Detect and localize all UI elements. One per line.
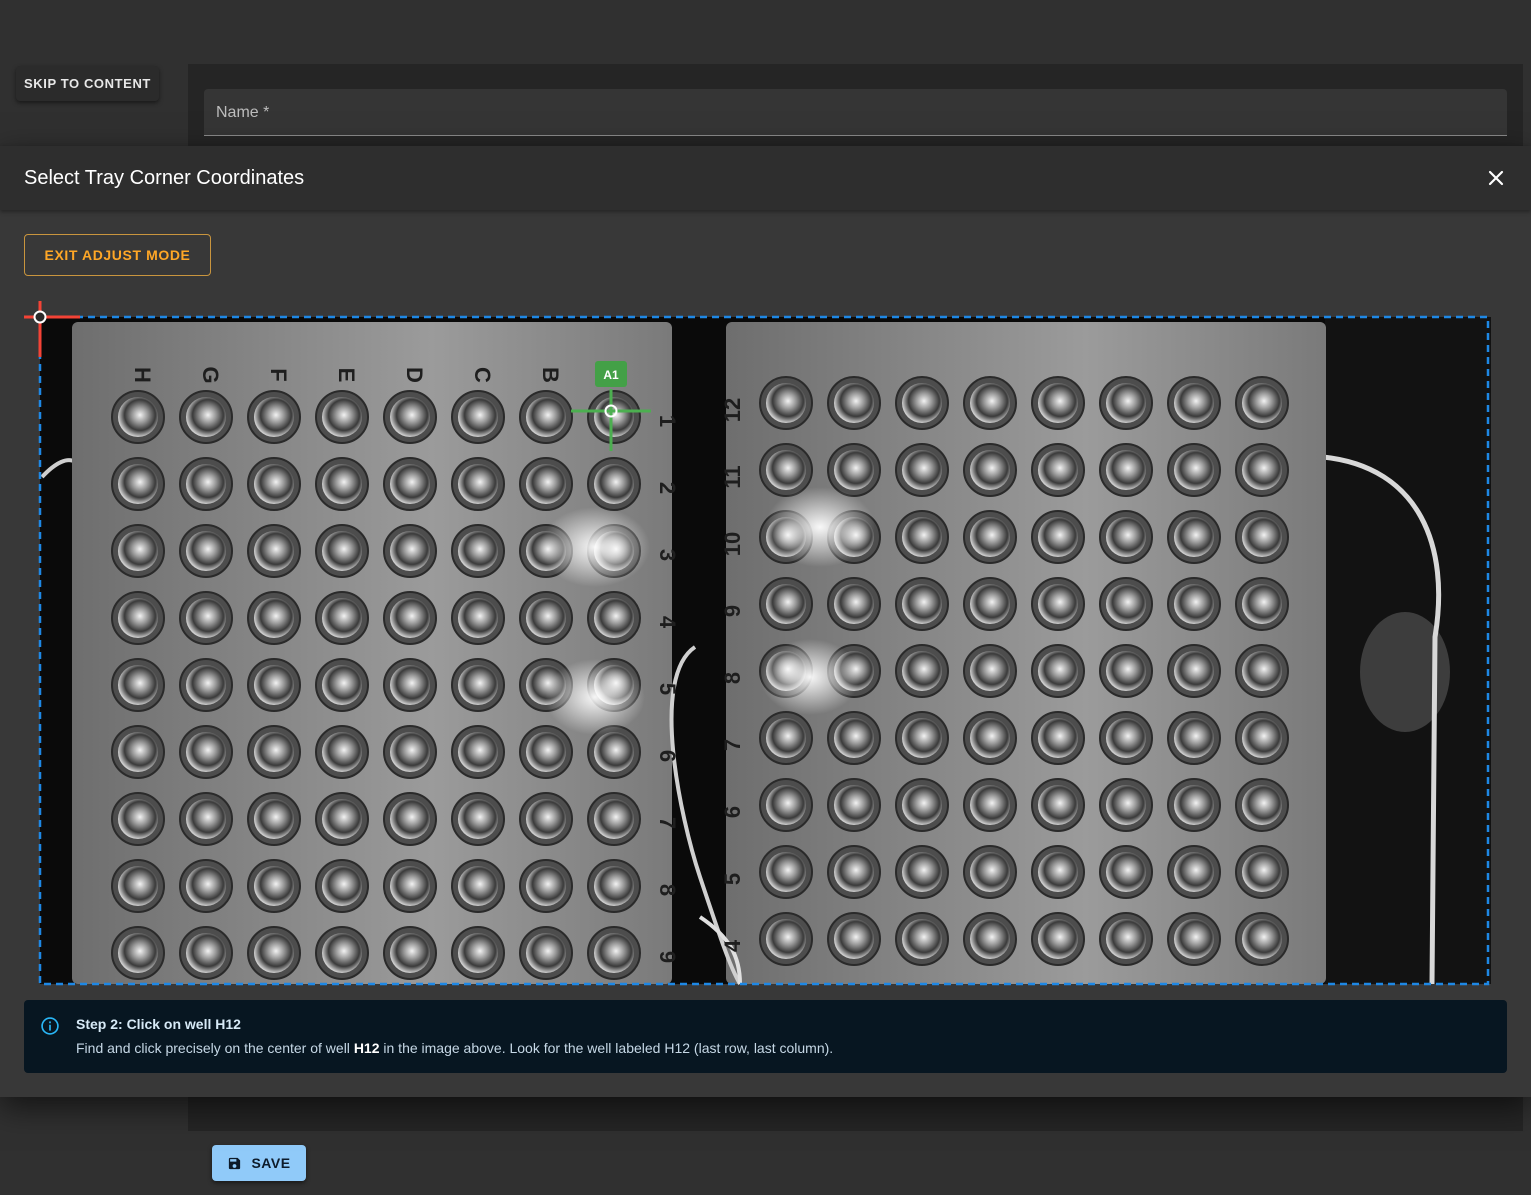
info-alert: Step 2: Click on well H12 Find and click… <box>24 1000 1507 1073</box>
left-plate-number-label: 9 <box>655 951 680 963</box>
save-icon <box>229 1157 241 1169</box>
row-letter-label: E <box>334 368 359 383</box>
left-plate-number-label: 1 <box>655 415 680 427</box>
right-plate-number-label: 5 <box>720 873 745 885</box>
save-button[interactable]: SAVE <box>212 1145 306 1181</box>
alert-body-prefix: Find and click precisely on the center o… <box>76 1040 354 1056</box>
alert-body-well: H12 <box>353 1040 380 1056</box>
info-icon <box>41 1017 59 1035</box>
alert-content: Step 2: Click on well H12 Find and click… <box>76 1014 833 1059</box>
row-letter-label: F <box>266 368 291 381</box>
right-plate-number-label: 10 <box>720 532 745 556</box>
name-field-label: Name * <box>216 104 270 121</box>
right-plate-number-label: 6 <box>720 806 745 818</box>
skip-to-content-button[interactable]: SKIP TO CONTENT <box>16 66 159 101</box>
row-letter-label: G <box>198 366 223 383</box>
left-plate-number-label: 6 <box>655 750 680 762</box>
left-plate-number-label: 7 <box>655 817 680 829</box>
tray-corner-dialog: Select Tray Corner Coordinates EXIT ADJU… <box>0 146 1531 1097</box>
alert-title: Step 2: Click on well H12 <box>76 1016 241 1032</box>
row-letter-label: B <box>538 367 563 383</box>
alert-body: Find and click precisely on the center o… <box>76 1040 833 1056</box>
dialog-title: Select Tray Corner Coordinates <box>24 166 305 189</box>
right-plate-number-label: 7 <box>720 739 745 751</box>
left-plate-number-label: 5 <box>655 683 680 695</box>
right-plate-number-label: 11 <box>720 465 745 488</box>
dialog-header: Select Tray Corner Coordinates <box>0 146 1531 210</box>
left-plate-number-label: 2 <box>655 482 680 494</box>
form-panel-footer <box>188 1097 1523 1131</box>
a1-marker-label: A1 <box>603 368 619 382</box>
tray-image[interactable]: H G F E D C B 1 2 3 4 5 6 7 8 9 12 11 10 9 8 7 6 5 4 A1 <box>24 301 1491 986</box>
left-plate-number-label: 4 <box>655 616 680 629</box>
row-letter-label: D <box>402 367 427 383</box>
right-plate-number-label: 9 <box>720 605 745 617</box>
right-plate-number-label: 12 <box>720 398 745 422</box>
alert-body-suffix: in the image above. Look for the well la… <box>379 1040 834 1056</box>
row-letter-label: H <box>130 367 155 383</box>
left-plate-number-label: 8 <box>655 884 680 896</box>
save-button-label: SAVE <box>251 1155 291 1171</box>
left-plate-number-label: 3 <box>655 549 680 561</box>
right-plate-number-label: 4 <box>720 939 745 952</box>
close-icon <box>1488 170 1504 186</box>
right-plate-number-label: 8 <box>720 672 745 684</box>
exit-adjust-mode-button[interactable]: EXIT ADJUST MODE <box>24 234 211 276</box>
row-letter-label: C <box>470 367 495 383</box>
close-button[interactable] <box>1485 167 1507 189</box>
name-field[interactable]: Name * <box>204 89 1507 136</box>
